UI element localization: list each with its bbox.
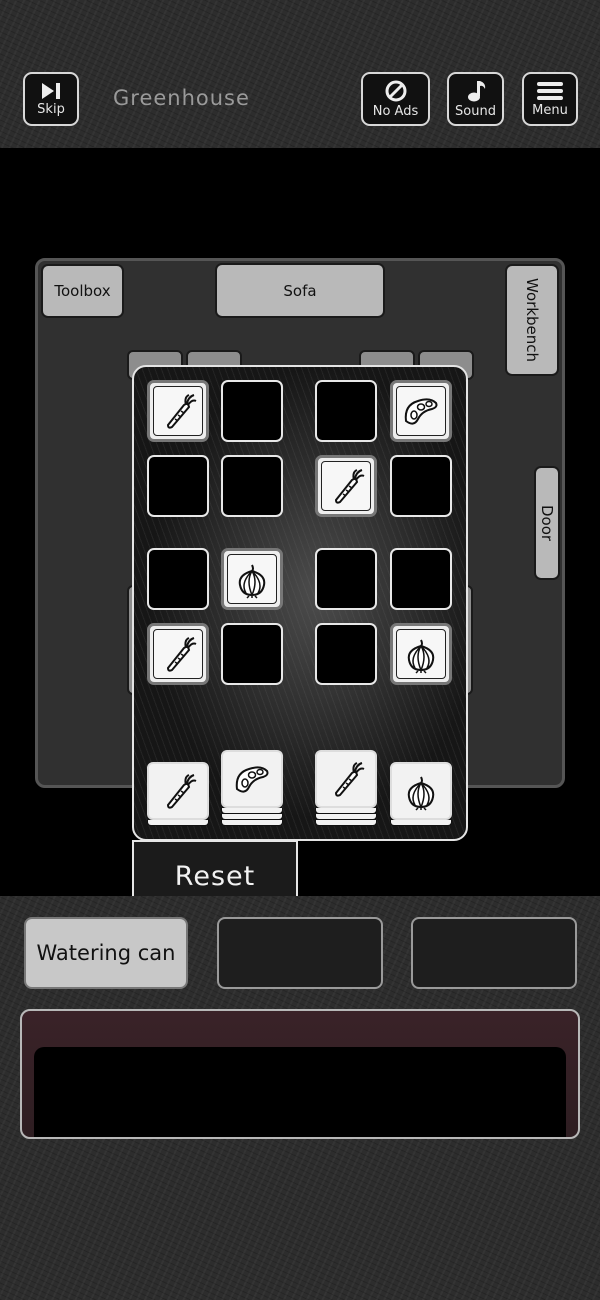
door-label: Door — [538, 504, 556, 542]
seed-stack-onion[interactable] — [390, 762, 452, 826]
room-title: Greenhouse — [113, 86, 250, 110]
no-ads-icon — [385, 80, 406, 102]
door[interactable]: Door — [534, 466, 560, 580]
workbench-label: Workbench — [523, 278, 541, 362]
onion-icon — [407, 776, 435, 811]
skip-button[interactable]: Skip — [23, 72, 79, 126]
seed-stack-carrot[interactable] — [147, 762, 209, 826]
toolbox[interactable]: Toolbox — [41, 264, 124, 318]
menu-button[interactable]: Menu — [522, 72, 578, 126]
reset-label: Reset — [174, 860, 256, 892]
grid-cell-carrot[interactable] — [147, 623, 209, 685]
inventory-slot-watering-can[interactable]: Watering can — [24, 917, 188, 989]
grid-cell-empty[interactable] — [221, 455, 283, 517]
grid-cell-onion[interactable] — [221, 548, 283, 610]
bean-icon — [235, 766, 269, 793]
carrot-icon — [334, 762, 365, 797]
onion-icon — [238, 564, 266, 599]
stack-layer — [147, 820, 209, 826]
grid-cell-empty[interactable] — [390, 455, 452, 517]
grid-cell-empty[interactable] — [221, 623, 283, 685]
grid-cell-empty[interactable] — [221, 380, 283, 442]
carrot-icon — [334, 469, 365, 504]
no-ads-button[interactable]: No Ads — [361, 72, 430, 126]
skip-icon — [42, 83, 60, 99]
stack-layer — [390, 820, 452, 826]
sound-button[interactable]: Sound — [447, 72, 504, 126]
carrot-icon — [166, 637, 197, 672]
stack-layer — [221, 820, 283, 826]
sofa-label: Sofa — [283, 281, 317, 300]
sound-label: Sound — [455, 104, 496, 119]
inventory-slot-empty[interactable] — [411, 917, 577, 989]
grid-cell-carrot[interactable] — [315, 455, 377, 517]
grid-cell-bean[interactable] — [390, 380, 452, 442]
inventory-item-label: Watering can — [36, 941, 176, 965]
grid-cell-carrot[interactable] — [147, 380, 209, 442]
seed-stack-bean[interactable] — [221, 750, 283, 826]
no-ads-label: No Ads — [372, 104, 419, 119]
toolbox-label: Toolbox — [54, 282, 111, 300]
grid-cell-empty[interactable] — [390, 548, 452, 610]
sofa[interactable]: Sofa — [215, 263, 385, 318]
top-bar — [0, 0, 600, 148]
grid-cell-empty[interactable] — [147, 548, 209, 610]
carrot-icon — [166, 774, 197, 809]
grid-cell-empty[interactable] — [147, 455, 209, 517]
carrot-icon — [166, 394, 197, 429]
onion-icon — [407, 639, 435, 674]
stack-layer — [315, 820, 377, 826]
menu-label: Menu — [532, 103, 568, 118]
workbench[interactable]: Workbench — [505, 264, 559, 376]
hamburger-icon — [537, 82, 563, 100]
grid-cell-empty[interactable] — [315, 548, 377, 610]
grid-cell-empty[interactable] — [315, 380, 377, 442]
message-box — [20, 1009, 580, 1139]
skip-label: Skip — [37, 102, 65, 117]
inventory-slot-empty[interactable] — [217, 917, 383, 989]
bean-icon — [404, 398, 438, 425]
grid-cell-onion[interactable] — [390, 623, 452, 685]
grid-cell-empty[interactable] — [315, 623, 377, 685]
music-note-icon — [467, 81, 485, 102]
seed-stack-carrot[interactable] — [315, 750, 377, 826]
